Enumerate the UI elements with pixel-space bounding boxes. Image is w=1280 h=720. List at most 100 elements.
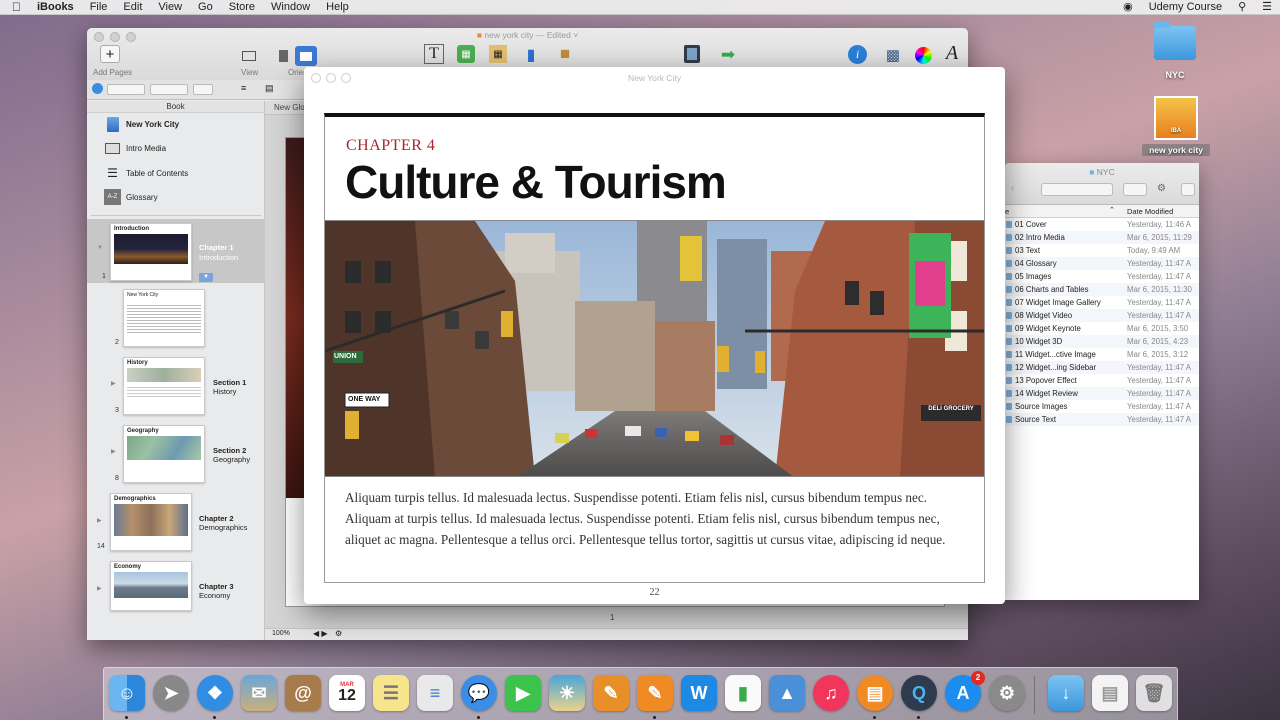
page-thumbnail[interactable]: New York City (123, 289, 205, 347)
pages-icon[interactable]: ✎ (593, 675, 629, 711)
disclosure-closed-icon[interactable]: ▶ (97, 585, 102, 592)
page-thumbnail[interactable]: Introduction (110, 223, 192, 281)
gear-icon[interactable]: ⚙ (335, 629, 342, 638)
menu-go[interactable]: Go (190, 0, 221, 15)
name-column-header[interactable]: e (1005, 207, 1009, 216)
messages-icon[interactable]: 💬 (461, 675, 497, 711)
mail-stamp-icon[interactable]: ✉ (241, 675, 277, 711)
canvas-tab[interactable]: New Glo (274, 103, 305, 112)
page-nav-arrows-icon[interactable]: ◀ ▶ (313, 629, 328, 638)
page-thumbnail[interactable]: Economy (110, 561, 192, 611)
font-size-field[interactable] (193, 84, 213, 95)
menu-view[interactable]: View (150, 0, 190, 15)
view-button[interactable] (237, 46, 261, 66)
finder-row[interactable]: 14 Widget Review Yesterday, 11:47 A (1005, 387, 1199, 400)
finder-row[interactable]: 05 Images Yesterday, 11:47 A (1005, 270, 1199, 283)
calendar-icon[interactable]: MAR 12 (329, 675, 365, 711)
preview-device-icon[interactable] (684, 45, 700, 63)
page-row-section-1[interactable]: ▶ History 3 Section 1 History (87, 353, 265, 419)
page-row-chapter-3[interactable]: ▶ Economy Chapter 3 Economy (87, 557, 265, 623)
chart-icon[interactable]: ▮ (519, 45, 543, 65)
page-thumbnail[interactable]: History (123, 357, 205, 415)
font-select[interactable] (150, 84, 188, 95)
finder-row[interactable]: 02 Intro Media Mar 6, 2015, 11:29 (1005, 231, 1199, 244)
layout-menu-icon[interactable]: ▼ (199, 273, 213, 282)
keynote-icon[interactable]: ▲ (769, 675, 805, 711)
downloads-folder-icon[interactable]: ↓ (1048, 675, 1084, 711)
landscape-orientation-button[interactable] (295, 46, 317, 66)
finder-row[interactable]: 04 Glossary Yesterday, 11:47 A (1005, 257, 1199, 270)
zoom-window-button[interactable] (341, 73, 351, 83)
ibooks-author-icon[interactable]: ✎ (637, 675, 673, 711)
finder-row[interactable]: 07 Widget Image Gallery Yesterday, 11:47 … (1005, 296, 1199, 309)
paragraph-style-select[interactable] (107, 84, 145, 95)
finder-row[interactable]: 06 Charts and Tables Mar 6, 2015, 11:30 (1005, 283, 1199, 296)
finder-row[interactable]: 10 Widget 3D Mar 6, 2015, 4:23 (1005, 335, 1199, 348)
page-row-chapter-2[interactable]: ▶ Demographics 14 Chapter 2 Demographics (87, 489, 265, 555)
sidebar-item-table-of-contents[interactable]: ☰ Table of Contents (104, 164, 188, 182)
menu-file[interactable]: File (82, 0, 116, 15)
finder-icon[interactable]: ☺ (109, 675, 145, 711)
finder-row[interactable]: 11 Widget...ctive Image Mar 6, 2015, 3:12 (1005, 348, 1199, 361)
quicktime-icon[interactable]: Q (901, 675, 937, 711)
page-row-chapter-1[interactable]: ▼ Introduction 1 Chapter 1 Introduction … (87, 219, 265, 283)
menu-window[interactable]: Window (263, 0, 318, 15)
photos-icon[interactable]: ☀ (549, 675, 585, 711)
sidebar-item-intro-media[interactable]: Intro Media (104, 139, 166, 157)
finder-row[interactable]: 12 Widget...ing Sidebar Yesterday, 11:47 … (1005, 361, 1199, 374)
publish-icon[interactable]: ➡ (716, 45, 740, 65)
record-status-icon[interactable]: ◉ (1115, 0, 1141, 15)
facetime-icon[interactable]: ▶ (505, 675, 541, 711)
portrait-orientation-button[interactable] (271, 46, 295, 66)
shape-icon[interactable]: ■ (553, 44, 577, 64)
style-drawer-icon[interactable] (92, 83, 103, 94)
align-icon[interactable]: ≡ (241, 83, 246, 93)
finder-row[interactable]: Source Images Yesterday, 11:47 A (1005, 400, 1199, 413)
status-user[interactable]: Udemy Course (1141, 0, 1230, 15)
close-window-button[interactable] (311, 73, 321, 83)
zoom-level[interactable]: 100% (272, 630, 290, 637)
finder-row[interactable]: 01 Cover Yesterday, 11:46 A (1005, 218, 1199, 231)
date-column-header[interactable]: Date Modified (1127, 207, 1173, 216)
menu-store[interactable]: Store (221, 0, 263, 15)
desktop-folder-nyc[interactable]: NYC (1150, 22, 1200, 80)
fonts-icon[interactable]: A (940, 42, 964, 64)
inspector-icon[interactable]: i (848, 45, 867, 64)
finder-row[interactable]: 03 Text Today, 9:49 AM (1005, 244, 1199, 257)
contacts-icon[interactable]: @ (285, 675, 321, 711)
table-icon[interactable]: ▦ (489, 45, 507, 63)
colors-icon[interactable] (911, 45, 935, 65)
finder-row[interactable]: 09 Widget Keynote Mar 6, 2015, 3:50 (1005, 322, 1199, 335)
spotlight-icon[interactable]: ⚲ (1230, 0, 1254, 15)
documents-stack-icon[interactable]: ▤ (1092, 675, 1128, 711)
itunes-icon[interactable]: ♫ (813, 675, 849, 711)
disclosure-closed-icon[interactable]: ▶ (111, 380, 116, 387)
finder-row[interactable]: 13 Popover Effect Yesterday, 11:47 A (1005, 374, 1199, 387)
media-icon[interactable]: ▩ (881, 45, 905, 65)
arrange-button[interactable] (1123, 183, 1147, 196)
reminders-icon[interactable]: ≡ (417, 675, 453, 711)
add-pages-button[interactable]: + (100, 45, 120, 63)
disclosure-closed-icon[interactable]: ▶ (111, 448, 116, 455)
back-icon[interactable]: ‹ (1011, 183, 1014, 194)
page-row-2[interactable]: New York City 2 (87, 285, 265, 351)
apple-menu-icon[interactable]:  (0, 0, 29, 15)
system-preferences-icon[interactable]: ⚙ (989, 675, 1025, 711)
menu-help[interactable]: Help (318, 0, 357, 15)
numbers-icon[interactable]: ▮ (725, 675, 761, 711)
columns-icon[interactable]: ▤ (265, 83, 274, 94)
disclosure-closed-icon[interactable]: ▶ (97, 517, 102, 524)
page-row-section-2[interactable]: ▶ Geography 8 Section 2 Geography (87, 421, 265, 487)
finder-row[interactable]: Source Text Yesterday, 11:47 A (1005, 413, 1199, 426)
disclosure-open-icon[interactable]: ▼ (97, 245, 103, 251)
word-icon[interactable]: W (681, 675, 717, 711)
menu-edit[interactable]: Edit (115, 0, 150, 15)
launchpad-icon[interactable]: ➤ (153, 675, 189, 711)
safari-icon[interactable]: ❖ (197, 675, 233, 711)
page-thumbnail[interactable]: Geography (123, 425, 205, 483)
minimize-window-button[interactable] (326, 73, 336, 83)
widget-icon[interactable]: ▦ (457, 45, 475, 63)
notification-center-icon[interactable]: ☰ (1254, 0, 1280, 15)
share-button[interactable] (1181, 183, 1195, 196)
page-thumbnail[interactable]: Demographics (110, 493, 192, 551)
